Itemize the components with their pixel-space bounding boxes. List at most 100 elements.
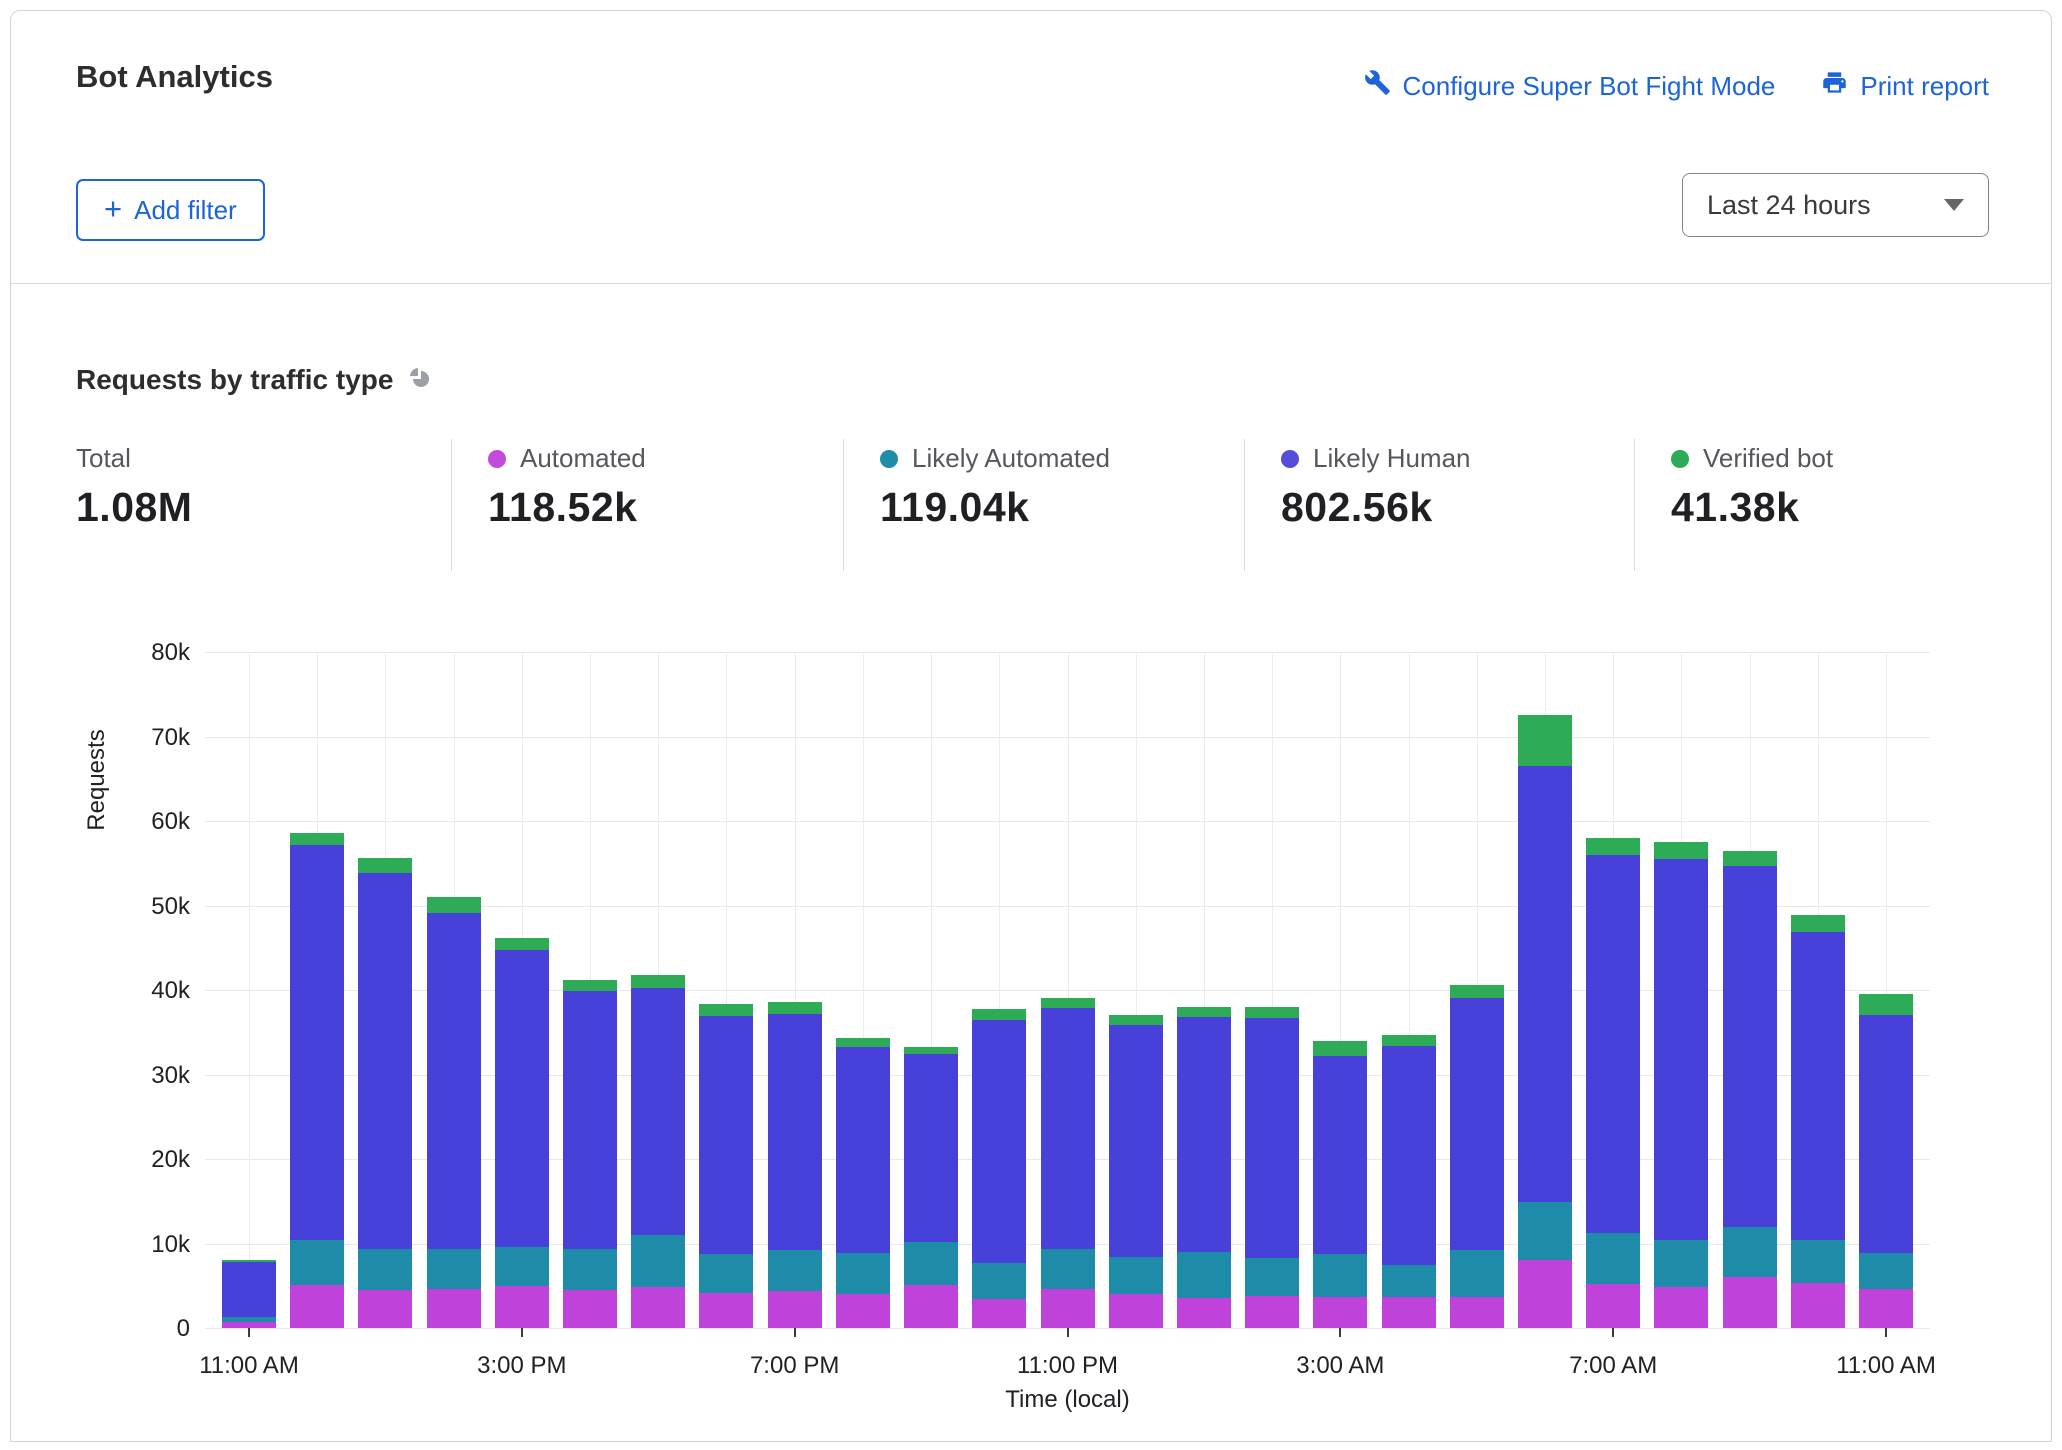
bar-segment-likely-automated-14[interactable] bbox=[1177, 1252, 1231, 1298]
bar-segment-verified-bot-9[interactable] bbox=[836, 1038, 890, 1047]
bar-segment-verified-bot-20[interactable] bbox=[1586, 838, 1640, 855]
bar-segment-likely-human-17[interactable] bbox=[1382, 1046, 1436, 1265]
bar-segment-likely-human-0[interactable] bbox=[222, 1262, 276, 1317]
bar-segment-likely-human-18[interactable] bbox=[1450, 998, 1504, 1251]
add-filter-button[interactable]: + Add filter bbox=[76, 179, 265, 241]
bar-segment-likely-automated-22[interactable] bbox=[1723, 1227, 1777, 1277]
bar-segment-automated-24[interactable] bbox=[1859, 1289, 1913, 1328]
print-report-link[interactable]: Print report bbox=[1821, 69, 1989, 103]
bar-segment-likely-human-4[interactable] bbox=[495, 950, 549, 1247]
bar-segment-verified-bot-7[interactable] bbox=[699, 1004, 753, 1016]
bar-segment-automated-0[interactable] bbox=[222, 1322, 276, 1328]
bar-segment-automated-12[interactable] bbox=[1041, 1289, 1095, 1328]
bar-segment-verified-bot-15[interactable] bbox=[1245, 1007, 1299, 1018]
bar-segment-automated-2[interactable] bbox=[358, 1290, 412, 1328]
bar-segment-verified-bot-19[interactable] bbox=[1518, 715, 1572, 766]
bar-segment-verified-bot-8[interactable] bbox=[768, 1002, 822, 1014]
bar-segment-automated-8[interactable] bbox=[768, 1291, 822, 1328]
bar-segment-likely-human-2[interactable] bbox=[358, 873, 412, 1249]
bar-segment-likely-automated-13[interactable] bbox=[1109, 1257, 1163, 1294]
bar-segment-verified-bot-12[interactable] bbox=[1041, 998, 1095, 1007]
bar-segment-likely-human-16[interactable] bbox=[1313, 1056, 1367, 1255]
bar-segment-verified-bot-5[interactable] bbox=[563, 980, 617, 991]
bar-segment-verified-bot-0[interactable] bbox=[222, 1260, 276, 1263]
bar-segment-automated-11[interactable] bbox=[972, 1299, 1026, 1328]
bar-segment-automated-1[interactable] bbox=[290, 1285, 344, 1328]
bar-segment-automated-10[interactable] bbox=[904, 1285, 958, 1328]
bar-segment-likely-human-20[interactable] bbox=[1586, 855, 1640, 1234]
bar-segment-likely-human-23[interactable] bbox=[1791, 932, 1845, 1240]
bar-segment-likely-automated-5[interactable] bbox=[563, 1249, 617, 1290]
bar-segment-automated-5[interactable] bbox=[563, 1290, 617, 1328]
bar-segment-verified-bot-14[interactable] bbox=[1177, 1007, 1231, 1017]
bar-segment-likely-human-14[interactable] bbox=[1177, 1017, 1231, 1252]
bar-segment-likely-automated-20[interactable] bbox=[1586, 1233, 1640, 1284]
bar-segment-likely-human-5[interactable] bbox=[563, 991, 617, 1249]
bar-segment-likely-automated-21[interactable] bbox=[1654, 1240, 1708, 1287]
bar-segment-likely-automated-4[interactable] bbox=[495, 1247, 549, 1286]
bar-segment-verified-bot-1[interactable] bbox=[290, 833, 344, 845]
bar-segment-automated-17[interactable] bbox=[1382, 1297, 1436, 1328]
bar-segment-likely-automated-6[interactable] bbox=[631, 1235, 685, 1287]
bar-segment-verified-bot-13[interactable] bbox=[1109, 1015, 1163, 1026]
bar-segment-automated-3[interactable] bbox=[427, 1289, 481, 1328]
bar-segment-likely-human-13[interactable] bbox=[1109, 1025, 1163, 1257]
bar-segment-likely-human-10[interactable] bbox=[904, 1054, 958, 1242]
bar-segment-likely-automated-8[interactable] bbox=[768, 1250, 822, 1291]
bar-segment-automated-16[interactable] bbox=[1313, 1297, 1367, 1328]
bar-segment-automated-20[interactable] bbox=[1586, 1284, 1640, 1328]
bar-segment-likely-automated-1[interactable] bbox=[290, 1240, 344, 1285]
bar-segment-likely-human-11[interactable] bbox=[972, 1020, 1026, 1263]
bar-segment-likely-automated-15[interactable] bbox=[1245, 1258, 1299, 1296]
bar-segment-verified-bot-23[interactable] bbox=[1791, 915, 1845, 932]
bar-segment-verified-bot-22[interactable] bbox=[1723, 851, 1777, 866]
bar-segment-likely-automated-11[interactable] bbox=[972, 1263, 1026, 1299]
bar-segment-automated-19[interactable] bbox=[1518, 1260, 1572, 1328]
bar-segment-automated-6[interactable] bbox=[631, 1287, 685, 1328]
bar-segment-verified-bot-17[interactable] bbox=[1382, 1035, 1436, 1046]
bar-segment-verified-bot-3[interactable] bbox=[427, 897, 481, 913]
bar-segment-automated-7[interactable] bbox=[699, 1293, 753, 1328]
bar-segment-automated-15[interactable] bbox=[1245, 1296, 1299, 1328]
bar-segment-likely-human-24[interactable] bbox=[1859, 1015, 1913, 1252]
bar-segment-likely-automated-17[interactable] bbox=[1382, 1265, 1436, 1297]
bar-segment-likely-human-12[interactable] bbox=[1041, 1008, 1095, 1250]
bar-segment-automated-9[interactable] bbox=[836, 1294, 890, 1328]
bar-segment-likely-human-8[interactable] bbox=[768, 1014, 822, 1251]
bar-segment-likely-automated-9[interactable] bbox=[836, 1253, 890, 1294]
bar-segment-automated-4[interactable] bbox=[495, 1286, 549, 1328]
bar-segment-likely-human-7[interactable] bbox=[699, 1016, 753, 1254]
bar-segment-likely-human-21[interactable] bbox=[1654, 859, 1708, 1240]
bar-segment-verified-bot-11[interactable] bbox=[972, 1009, 1026, 1019]
bar-segment-verified-bot-6[interactable] bbox=[631, 975, 685, 989]
bar-segment-likely-automated-16[interactable] bbox=[1313, 1254, 1367, 1296]
bar-segment-automated-23[interactable] bbox=[1791, 1283, 1845, 1328]
bar-segment-automated-18[interactable] bbox=[1450, 1297, 1504, 1328]
bar-segment-likely-human-22[interactable] bbox=[1723, 866, 1777, 1228]
bar-segment-likely-automated-7[interactable] bbox=[699, 1254, 753, 1292]
time-range-dropdown[interactable]: Last 24 hours bbox=[1682, 173, 1989, 237]
bar-segment-verified-bot-4[interactable] bbox=[495, 938, 549, 951]
bar-segment-likely-human-1[interactable] bbox=[290, 845, 344, 1240]
bar-segment-likely-automated-2[interactable] bbox=[358, 1249, 412, 1290]
bar-segment-likely-human-15[interactable] bbox=[1245, 1018, 1299, 1258]
bar-segment-automated-22[interactable] bbox=[1723, 1277, 1777, 1328]
bar-segment-verified-bot-16[interactable] bbox=[1313, 1041, 1367, 1056]
bar-segment-likely-automated-3[interactable] bbox=[427, 1249, 481, 1289]
bar-segment-verified-bot-2[interactable] bbox=[358, 858, 412, 872]
bar-segment-likely-human-6[interactable] bbox=[631, 988, 685, 1235]
bar-segment-likely-automated-10[interactable] bbox=[904, 1242, 958, 1285]
bar-segment-likely-automated-18[interactable] bbox=[1450, 1250, 1504, 1296]
bar-segment-likely-automated-12[interactable] bbox=[1041, 1249, 1095, 1289]
bar-segment-likely-automated-23[interactable] bbox=[1791, 1240, 1845, 1283]
bar-segment-likely-human-19[interactable] bbox=[1518, 766, 1572, 1202]
bar-segment-verified-bot-21[interactable] bbox=[1654, 842, 1708, 859]
bar-segment-automated-14[interactable] bbox=[1177, 1298, 1231, 1328]
bar-segment-automated-21[interactable] bbox=[1654, 1287, 1708, 1328]
bar-segment-verified-bot-24[interactable] bbox=[1859, 994, 1913, 1015]
bar-segment-likely-automated-24[interactable] bbox=[1859, 1253, 1913, 1289]
bar-segment-verified-bot-10[interactable] bbox=[904, 1047, 958, 1055]
bar-segment-likely-automated-0[interactable] bbox=[222, 1317, 276, 1322]
bar-segment-likely-automated-19[interactable] bbox=[1518, 1202, 1572, 1260]
bar-segment-automated-13[interactable] bbox=[1109, 1294, 1163, 1328]
